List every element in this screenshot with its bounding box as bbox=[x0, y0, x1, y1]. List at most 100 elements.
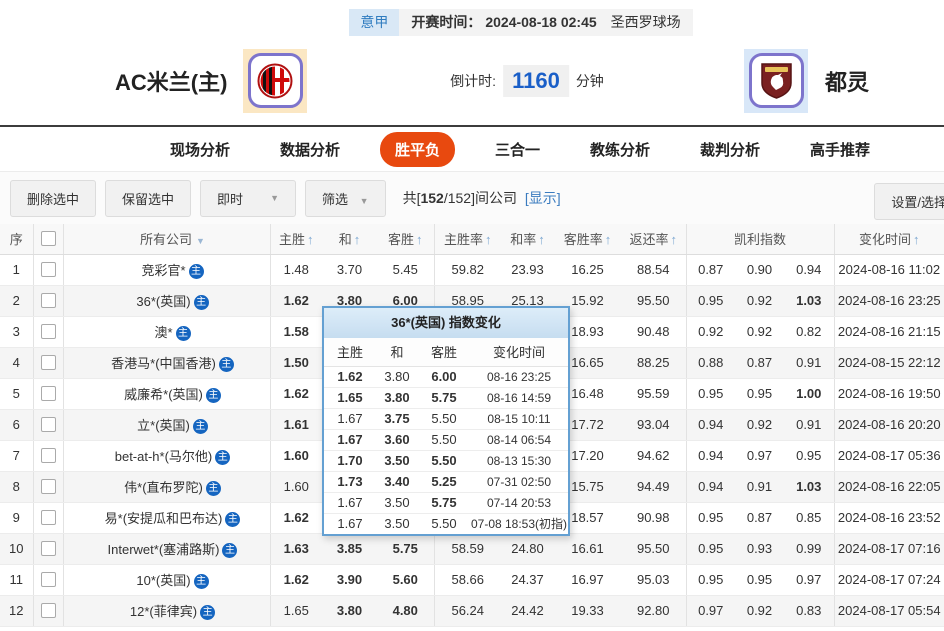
odds-change-popup: 36*(英国) 指数变化 主胜 和 客胜 变化时间 1.623.806.0008… bbox=[322, 306, 570, 536]
row-checkbox[interactable] bbox=[41, 417, 56, 432]
tab-data[interactable]: 数据分析 bbox=[270, 132, 350, 167]
row-checkbox[interactable] bbox=[41, 355, 56, 370]
delete-selected-button[interactable]: 删除选中 bbox=[10, 180, 96, 217]
company-name: 10*(英国) bbox=[136, 573, 190, 588]
company-name-cell[interactable]: bet-at-h*(马尔他)主 bbox=[63, 440, 270, 471]
select-all-checkbox[interactable] bbox=[41, 231, 56, 246]
company-name-cell[interactable]: 12*(菲律宾)主 bbox=[63, 595, 270, 626]
home-badge-icon: 主 bbox=[206, 481, 221, 496]
row-index: 7 bbox=[0, 440, 33, 471]
away-team-name: 都灵 bbox=[825, 65, 869, 97]
change-time-cell: 2024-08-15 22:12 bbox=[834, 347, 944, 378]
venue-label: 圣西罗球场 bbox=[611, 9, 681, 36]
company-name: 立*(英国) bbox=[137, 418, 190, 433]
row-checkbox[interactable] bbox=[41, 479, 56, 494]
tab-coach[interactable]: 教练分析 bbox=[580, 132, 660, 167]
col-home-odds[interactable]: 主胜↑ bbox=[270, 224, 322, 254]
kelly-cell: 0.94 bbox=[686, 409, 735, 440]
popup-time-cell: 08-16 23:25 bbox=[470, 366, 568, 387]
kickoff-time: 2024-08-18 02:45 bbox=[485, 9, 596, 36]
kelly-cell: 0.87 bbox=[686, 254, 735, 285]
company-name-cell[interactable]: 澳*主 bbox=[63, 316, 270, 347]
col-home-rate[interactable]: 主胜率↑ bbox=[434, 224, 501, 254]
company-name-cell[interactable]: 香港马*(中国香港)主 bbox=[63, 347, 270, 378]
checkbox-cell bbox=[33, 502, 63, 533]
filter-button[interactable]: 筛选 ▼ bbox=[305, 180, 386, 217]
away-team-logo bbox=[744, 49, 808, 113]
row-index: 2 bbox=[0, 285, 33, 316]
row-index: 6 bbox=[0, 409, 33, 440]
popup-away-cell: 6.00 bbox=[418, 366, 470, 387]
home-odds-cell: 1.50 bbox=[270, 347, 322, 378]
league-badge[interactable]: 意甲 bbox=[349, 9, 399, 36]
col-draw-rate[interactable]: 和率↑ bbox=[501, 224, 554, 254]
draw-odds-cell: 3.90 bbox=[322, 564, 377, 595]
return-rate-cell: 88.54 bbox=[621, 254, 686, 285]
countdown: 倒计时: 1160 分钟 bbox=[450, 65, 604, 97]
tab-referee[interactable]: 裁判分析 bbox=[690, 132, 770, 167]
row-index: 1 bbox=[0, 254, 33, 285]
change-time-cell: 2024-08-17 07:16 bbox=[834, 533, 944, 564]
home-badge-icon: 主 bbox=[215, 450, 230, 465]
kelly-cell: 0.97 bbox=[784, 564, 834, 595]
row-checkbox[interactable] bbox=[41, 510, 56, 525]
time-filter-select[interactable]: 即时 ▼ bbox=[200, 180, 296, 217]
row-checkbox[interactable] bbox=[41, 448, 56, 463]
change-time-cell: 2024-08-16 19:50 bbox=[834, 378, 944, 409]
away-odds-cell: 5.45 bbox=[377, 254, 434, 285]
keep-selected-button[interactable]: 保留选中 bbox=[105, 180, 191, 217]
return-rate-cell: 93.04 bbox=[621, 409, 686, 440]
company-name-cell[interactable]: 10*(英国)主 bbox=[63, 564, 270, 595]
company-name-cell[interactable]: Interwet*(塞浦路斯)主 bbox=[63, 533, 270, 564]
countdown-value: 1160 bbox=[503, 65, 569, 97]
row-checkbox[interactable] bbox=[41, 541, 56, 556]
popup-title: 36*(英国) 指数变化 bbox=[324, 308, 568, 338]
company-name-cell[interactable]: 伟*(直布罗陀)主 bbox=[63, 471, 270, 502]
company-name: 威廉希*(英国) bbox=[124, 387, 203, 402]
col-draw-odds[interactable]: 和↑ bbox=[322, 224, 377, 254]
show-link[interactable]: [显示] bbox=[525, 190, 561, 206]
checkbox-cell bbox=[33, 409, 63, 440]
kelly-cell: 0.95 bbox=[686, 533, 735, 564]
col-company[interactable]: 所有公司▼ bbox=[63, 224, 270, 254]
sort-up-icon: ↑ bbox=[538, 232, 545, 247]
row-checkbox[interactable] bbox=[41, 293, 56, 308]
tab-expert[interactable]: 高手推荐 bbox=[800, 132, 880, 167]
popup-time-cell: 07-31 02:50 bbox=[470, 471, 568, 492]
table-row: 1110*(英国)主1.623.905.6058.6624.3716.9795.… bbox=[0, 564, 944, 595]
return-rate-cell: 94.62 bbox=[621, 440, 686, 471]
company-name: 36*(英国) bbox=[136, 294, 190, 309]
popup-table: 主胜 和 客胜 变化时间 1.623.806.0008-16 23:251.65… bbox=[324, 338, 568, 534]
company-name-cell[interactable]: 立*(英国)主 bbox=[63, 409, 270, 440]
away-rate-cell: 19.33 bbox=[554, 595, 621, 626]
tab-wdl[interactable]: 胜平负 bbox=[380, 132, 455, 167]
company-name-cell[interactable]: 易*(安提瓜和巴布达)主 bbox=[63, 502, 270, 533]
popup-row: 1.673.605.5008-14 06:54 bbox=[324, 429, 568, 450]
col-away-rate[interactable]: 客胜率↑ bbox=[554, 224, 621, 254]
row-checkbox[interactable] bbox=[41, 386, 56, 401]
tab-live[interactable]: 现场分析 bbox=[160, 132, 240, 167]
company-name-cell[interactable]: 威廉希*(英国)主 bbox=[63, 378, 270, 409]
company-name-cell[interactable]: 竞彩官*主 bbox=[63, 254, 270, 285]
home-badge-icon: 主 bbox=[189, 264, 204, 279]
company-name: bet-at-h*(马尔他) bbox=[115, 449, 213, 464]
kelly-cell: 0.91 bbox=[784, 347, 834, 378]
match-header: AC米兰(主) bbox=[0, 36, 944, 127]
row-checkbox[interactable] bbox=[41, 262, 56, 277]
row-checkbox[interactable] bbox=[41, 603, 56, 618]
table-row: 1竞彩官*主1.483.705.4559.8223.9316.2588.540.… bbox=[0, 254, 944, 285]
row-index: 8 bbox=[0, 471, 33, 502]
col-change-time[interactable]: 变化时间↑ bbox=[834, 224, 944, 254]
col-return-rate[interactable]: 返还率↑ bbox=[621, 224, 686, 254]
home-odds-cell: 1.61 bbox=[270, 409, 322, 440]
row-checkbox[interactable] bbox=[41, 324, 56, 339]
company-name-cell[interactable]: 36*(英国)主 bbox=[63, 285, 270, 316]
row-index: 5 bbox=[0, 378, 33, 409]
analysis-tabs-inner: 现场分析数据分析胜平负三合一教练分析裁判分析高手推荐 bbox=[160, 132, 880, 167]
row-checkbox[interactable] bbox=[41, 572, 56, 587]
tab-three-in-one[interactable]: 三合一 bbox=[485, 132, 550, 167]
settings-button[interactable]: 设置/选择 bbox=[874, 183, 944, 220]
time-filter-value: 即时 bbox=[217, 189, 243, 208]
col-away-odds[interactable]: 客胜↑ bbox=[377, 224, 434, 254]
popup-draw-cell: 3.80 bbox=[376, 366, 418, 387]
